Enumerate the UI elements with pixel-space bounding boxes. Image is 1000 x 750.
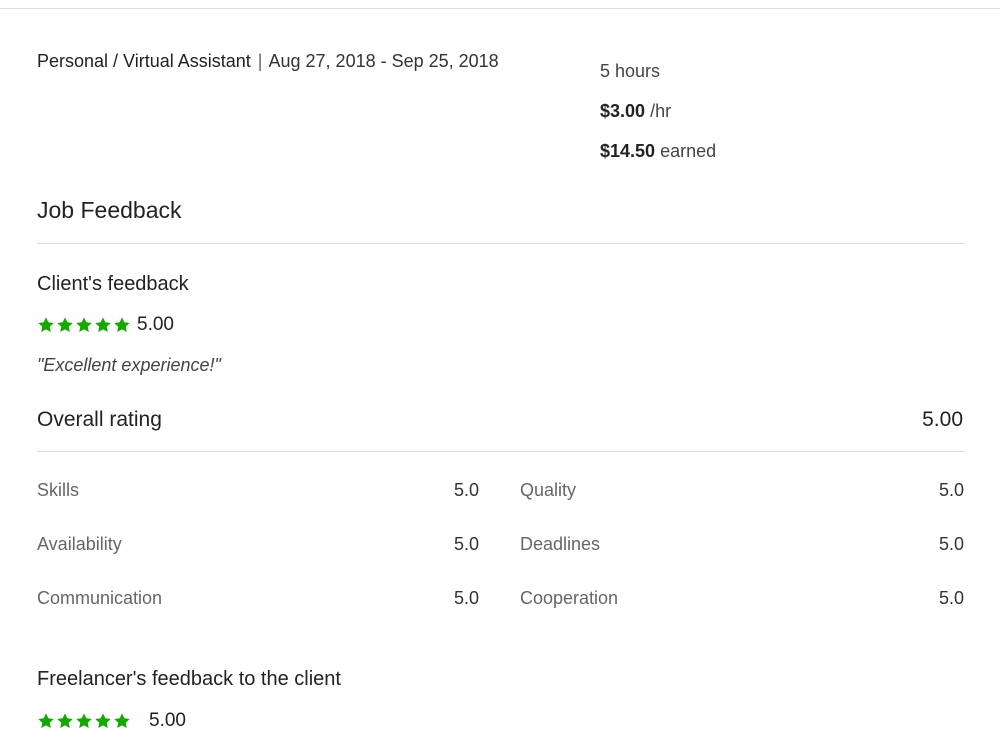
job-stats: 5 hours $3.00 /hr $14.50 earned (600, 51, 716, 171)
star-icon (94, 712, 112, 730)
star-icon (113, 316, 131, 334)
job-category: Personal / Virtual Assistant (37, 51, 251, 71)
overall-divider (37, 451, 964, 452)
overall-rating-label: Overall rating (37, 408, 162, 431)
star-icon (56, 712, 74, 730)
freelancer-score: 5.00 (149, 710, 186, 731)
metric-quality: Quality 5.0 (520, 480, 964, 500)
client-score: 5.00 (137, 314, 174, 335)
job-separator: | (257, 51, 263, 71)
star-icon (113, 712, 131, 730)
earned-label: earned (660, 141, 717, 161)
freelancer-feedback-title: Freelancer's feedback to the client (37, 668, 341, 690)
metric-deadlines: Deadlines 5.0 (520, 534, 964, 554)
section-divider (37, 243, 964, 244)
star-icon (37, 316, 55, 334)
star-icon (37, 712, 55, 730)
job-feedback-title: Job Feedback (37, 197, 182, 223)
metric-cooperation: Cooperation 5.0 (520, 588, 964, 608)
star-icon (75, 316, 93, 334)
metric-availability: Availability 5.0 (37, 534, 479, 554)
top-divider (0, 8, 1000, 9)
earned-amount: $14.50 (600, 141, 656, 161)
client-rating: 5.00 (37, 314, 174, 336)
job-category-line: Personal / Virtual Assistant | Aug 27, 2… (37, 51, 499, 72)
freelancer-stars (37, 712, 131, 730)
star-icon (56, 316, 74, 334)
job-dates: Aug 27, 2018 - Sep 25, 2018 (268, 51, 499, 71)
metric-communication: Communication 5.0 (37, 588, 479, 608)
client-comment: "Excellent experience!" (37, 355, 221, 375)
star-icon (94, 316, 112, 334)
rate-unit: /hr (650, 101, 672, 121)
overall-rating-value: 5.00 (922, 408, 963, 431)
client-stars (37, 316, 131, 334)
client-feedback-title: Client's feedback (37, 273, 189, 295)
metric-skills: Skills 5.0 (37, 480, 479, 500)
freelancer-rating: 5.00 (37, 710, 186, 732)
rate-amount: $3.00 (600, 101, 646, 121)
star-icon (75, 712, 93, 730)
